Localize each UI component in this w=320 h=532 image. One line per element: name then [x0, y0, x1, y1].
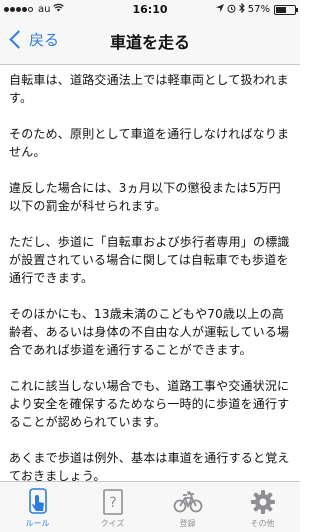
status-bar: au 16:10 57%: [0, 0, 300, 18]
tab-other-label: その他: [250, 519, 275, 528]
rule-paragraph: これに該当しない場合でも、道路工事や交通状況により安全を確保するためなら一時的に…: [9, 379, 290, 429]
quiz-card-icon: ?: [98, 488, 128, 516]
tab-quiz[interactable]: ? クイズ: [75, 482, 150, 532]
alarm-clock-icon: [227, 4, 236, 16]
rule-content: 自転車は、道路交通法上では軽車両として扱われます。 そのため、原則として車道を通…: [0, 64, 300, 482]
tab-register[interactable]: 登録: [150, 482, 225, 532]
tab-rules-label: ルール: [25, 519, 50, 528]
gear-icon: [248, 488, 278, 516]
battery-percent: 57%: [247, 4, 270, 15]
tab-register-label: 登録: [179, 519, 196, 528]
rule-paragraph: 自転車は、道路交通法上では軽車両として扱われます。: [9, 73, 289, 105]
location-arrow-icon: [215, 4, 224, 15]
rule-paragraph: あくまで歩道は例外、基本は車道を通行すると覚えておきましょう。: [9, 451, 290, 482]
tab-rules[interactable]: ルール: [0, 482, 75, 532]
page-title: 車道を走る: [109, 33, 190, 52]
navigation-bar: 戻る 車道を走る: [0, 18, 300, 65]
status-right: 57%: [215, 2, 298, 16]
tab-quiz-label: クイズ: [100, 519, 125, 528]
battery-icon: [274, 4, 298, 15]
tab-other[interactable]: その他: [225, 482, 300, 532]
bicycle-icon: [173, 488, 203, 516]
tab-bar: ルール ? クイズ 登録 その他: [0, 481, 300, 532]
rule-paragraph: そのほかにも、13歳未満のこどもや70歳以上の高齢者、あるいは身体の不自由な人が…: [9, 307, 290, 357]
app-screen: au 16:10 57% 戻る 車道を走る 自転車は、道路交通法上では軽車両とし…: [0, 0, 300, 532]
rule-paragraph: 違反した場合には、3ヵ月以下の懲役または5万円以下の罰金が科せられます。: [9, 181, 281, 213]
battery-fill: [276, 6, 287, 13]
rule-paragraph: そのため、原則として車道を通行しなければなりません。: [9, 127, 290, 159]
rule-paragraph: ただし、歩道に「自転車および歩行者専用」の標識が設置されている場合に関しては自転…: [9, 235, 290, 285]
bluetooth-icon: [238, 2, 245, 16]
hand-pointer-icon: [23, 488, 53, 516]
svg-text:?: ?: [109, 495, 116, 511]
